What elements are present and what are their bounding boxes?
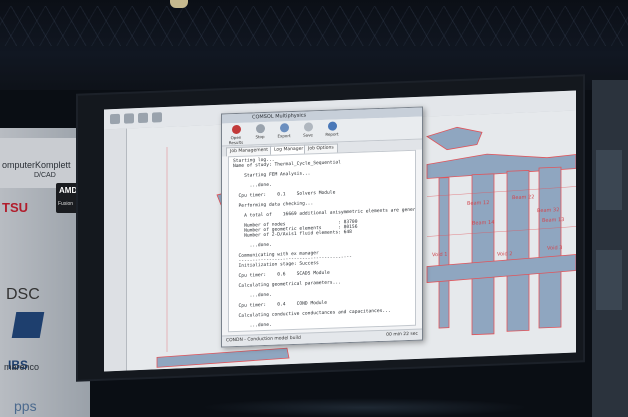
elapsed-time: 00 min 22 sec: [386, 331, 418, 338]
sponsor-text-6: marenco: [4, 362, 40, 372]
pillar-panel: [596, 250, 622, 310]
canvas-label: Beam 32: [537, 207, 559, 214]
ibs-logo: [11, 312, 45, 338]
solver-log-dialog: COMSOL Multiphysics Open Results Stop Ex…: [221, 106, 423, 348]
pillar-panel: [596, 150, 622, 210]
solver-log-output[interactable]: Starting log... Name of study: Thermal_C…: [228, 149, 416, 333]
stop-icon: [255, 124, 265, 134]
log-line: ...done.: [233, 182, 272, 190]
log-line: ...done.: [233, 292, 272, 300]
log-line: Calculating geometrical parameters...: [233, 280, 341, 290]
toolbar-icon[interactable]: [124, 113, 134, 124]
sponsor-text-7: pps: [14, 398, 37, 414]
log-line: Calculating conductive conductances and …: [233, 308, 391, 320]
report-icon: [327, 121, 337, 131]
sponsor-wall: omputerKomplett D/CAD TSU DSC IBS marenc…: [0, 128, 90, 417]
toolbar-icon[interactable]: [138, 112, 148, 124]
log-line: ...done.: [233, 322, 272, 330]
save-button[interactable]: Save: [298, 122, 318, 138]
log-line: ...done.: [233, 242, 272, 250]
geometry-part: [156, 347, 290, 368]
toolbar-icon[interactable]: [152, 112, 162, 123]
geometry-part: [471, 173, 495, 336]
log-line: A total of 16669 additional axisymmetric…: [233, 207, 416, 220]
open-results-icon: [231, 124, 241, 135]
open-results-button[interactable]: Open Results: [226, 124, 246, 146]
toolbar-icon[interactable]: [110, 113, 120, 125]
amd-logo-label: AMD: [59, 186, 78, 195]
sponsor-text-1: omputerKomplett: [2, 160, 71, 170]
ribbon-label: Export: [277, 133, 291, 139]
geometry-part: [426, 126, 483, 151]
canvas-label: Void 3: [547, 245, 562, 252]
ribbon-label: Stop: [255, 134, 265, 140]
log-line: Starting FEM Analysis...: [233, 171, 311, 180]
canvas-label: Beam 22: [512, 194, 534, 201]
ribbon-label: Save: [303, 132, 313, 138]
amd-logo-sub: Fusion: [58, 201, 74, 207]
report-button[interactable]: Report: [322, 121, 342, 137]
ribbon-label: Report: [325, 131, 339, 137]
lighting-truss: [0, 6, 628, 46]
right-pillar: [592, 80, 628, 417]
save-icon: [303, 122, 313, 132]
sponsor-text-2: D/CAD: [34, 172, 56, 179]
log-line: Performing data checking...: [233, 201, 314, 210]
canvas-label: Beam 13: [542, 217, 564, 224]
status-text: CONDN - Conduction model build: [226, 335, 301, 344]
stage-light: [170, 0, 188, 8]
log-line: Cpu timer: 0.4 COND Module: [233, 300, 328, 310]
app-side-panel: [104, 128, 127, 372]
export-button[interactable]: Export: [274, 123, 294, 139]
canvas-label: Void 1: [432, 252, 447, 259]
stop-button[interactable]: Stop: [250, 124, 270, 140]
canvas-label: Beam 12: [467, 200, 489, 207]
canvas-label: Beam 14: [472, 220, 494, 227]
canvas-label: Void 2: [497, 251, 512, 258]
sponsor-text-3: TSU: [2, 200, 28, 215]
floor-glow: [200, 398, 530, 417]
export-icon: [279, 123, 289, 133]
log-line: Cpu timer: 0.6 SCADS Module: [233, 270, 330, 280]
log-line: Cpu timer: 0.1 Solvers Module: [233, 190, 336, 200]
sponsor-text-4: DSC: [6, 286, 40, 303]
ribbon-label: Open Results: [228, 134, 244, 146]
